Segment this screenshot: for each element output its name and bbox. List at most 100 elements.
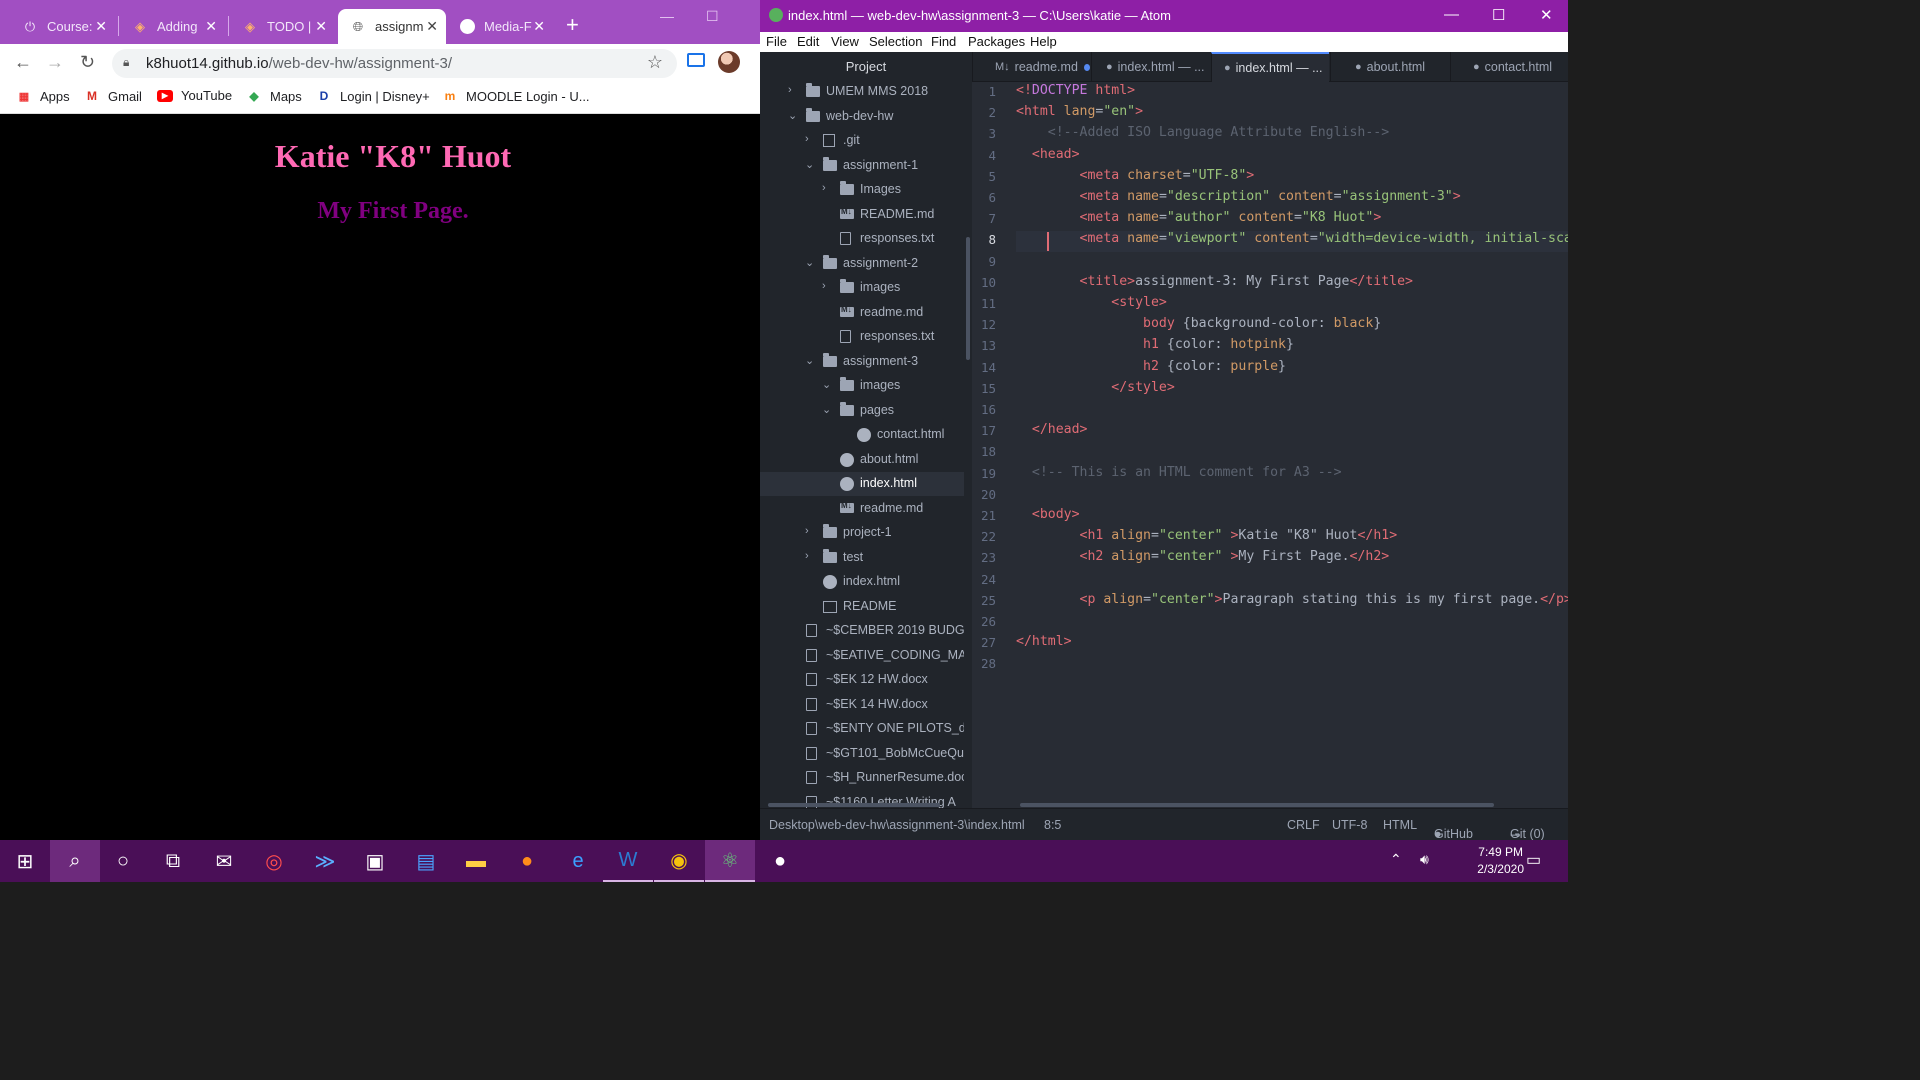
code-line[interactable]: <meta name="viewport" content="width=dev… <box>1016 231 1568 246</box>
word-icon[interactable]: W <box>603 840 653 882</box>
status-file-path[interactable]: Desktop\web-dev-hw\assignment-3\index.ht… <box>769 818 1025 832</box>
address-bar[interactable]: 🔒︎ k8huot14.github.io/web-dev-hw/assignm… <box>112 49 677 78</box>
bookmark-disney[interactable]: D Login | Disney+ <box>316 88 430 104</box>
mail-icon[interactable]: ✉ <box>199 840 249 882</box>
code-line[interactable]: <!-- This is an HTML comment for A3 --> <box>1016 465 1342 480</box>
editor-horizontal-scrollbar[interactable] <box>1020 803 1494 807</box>
code-line[interactable]: <!DOCTYPE html> <box>1016 83 1135 98</box>
editor-tab-about[interactable]: ● about.html <box>1330 52 1449 82</box>
notifications-icon[interactable]: ▭ <box>1526 850 1541 870</box>
tree-item[interactable]: responses.txt <box>760 227 964 251</box>
menu-help[interactable]: Help <box>1030 34 1057 49</box>
menu-find[interactable]: Find <box>931 34 956 49</box>
menu-view[interactable]: View <box>831 34 859 49</box>
code-line[interactable]: <!--Added ISO Language Attribute English… <box>1016 125 1389 140</box>
browser-tab-assignment[interactable]: 🌐︎ assignm ✕ <box>338 9 446 44</box>
chevron-right-icon[interactable]: › <box>805 525 809 537</box>
status-cursor-position[interactable]: 8:5 <box>1044 818 1061 832</box>
tree-item[interactable]: ~$EK 14 HW.docx <box>760 693 964 717</box>
clock[interactable]: 7:49 PM 2/3/2020 <box>1477 844 1524 878</box>
browser-tab-course[interactable]: ⏻ Course: ✕ <box>10 9 115 44</box>
code-line[interactable]: h2 {color: purple} <box>1016 359 1286 374</box>
bookmark-apps[interactable]: ▦ Apps <box>16 88 70 104</box>
close-tab-icon[interactable]: ✕ <box>533 18 545 35</box>
code-line[interactable]: <style> <box>1016 295 1167 310</box>
minimize-icon[interactable]: — <box>660 8 674 24</box>
back-icon[interactable]: ← <box>14 52 32 73</box>
edge-icon[interactable]: e <box>553 840 603 882</box>
cortana-icon[interactable]: ○ <box>98 840 148 882</box>
code-line[interactable]: </head> <box>1016 422 1088 437</box>
maximize-icon[interactable]: ☐ <box>1492 6 1505 24</box>
tree-item[interactable]: readme.md <box>760 497 964 521</box>
code-line[interactable]: <html lang="en"> <box>1016 104 1143 119</box>
chevron-down-icon[interactable]: ⌄ <box>822 403 831 416</box>
chevron-right-icon[interactable]: › <box>805 550 809 562</box>
tree-item[interactable]: README.md <box>760 203 964 227</box>
tree-item[interactable]: ~$GT101_BobMcCueQue <box>760 742 964 766</box>
menu-selection[interactable]: Selection <box>869 34 922 49</box>
bookmark-youtube[interactable]: ▶ YouTube <box>157 88 232 103</box>
status-encoding[interactable]: UTF-8 <box>1332 818 1367 832</box>
tree-item[interactable]: › UMEM MMS 2018 <box>760 80 964 104</box>
tree-item[interactable]: ⌄ assignment-1 <box>760 154 964 178</box>
tree-item[interactable]: › .git <box>760 129 964 153</box>
window-app-icon[interactable]: ▤ <box>401 840 451 882</box>
code-line[interactable]: <h2 align="center" >My First Page.</h2> <box>1016 549 1390 564</box>
volume-icon[interactable]: 🔊︎ <box>1420 851 1429 868</box>
tree-item[interactable]: ~$ENTY ONE PILOTS_disc <box>760 717 964 741</box>
firefox-icon[interactable]: ● <box>502 840 552 882</box>
tray-chevron-icon[interactable]: ⌃ <box>1390 851 1402 868</box>
windows-start-icon[interactable]: ⊞ <box>0 840 50 882</box>
task-view-icon[interactable]: ⧉ <box>148 840 198 882</box>
editor-tab-index-active[interactable]: ● index.html — ... <box>1211 52 1329 82</box>
profile-avatar[interactable] <box>718 51 740 73</box>
browser-tab-adding[interactable]: ◈ Adding ✕ <box>120 9 225 44</box>
menu-edit[interactable]: Edit <box>797 34 819 49</box>
chevron-right-icon[interactable]: › <box>805 133 809 145</box>
chevron-right-icon[interactable]: › <box>788 84 792 96</box>
code-line[interactable]: </html> <box>1016 634 1072 649</box>
chrome-icon[interactable]: ◉ <box>654 840 704 882</box>
atom-icon[interactable]: ⚛ <box>705 840 755 882</box>
tree-item[interactable]: ~$H_RunnerResume.docx <box>760 766 964 790</box>
code-line[interactable]: body {background-color: black} <box>1016 316 1381 331</box>
tree-item[interactable]: ⌄ images <box>760 374 964 398</box>
close-icon[interactable]: ✕ <box>1540 6 1553 24</box>
code-line[interactable]: <meta name="description" content="assign… <box>1016 189 1461 204</box>
close-tab-icon[interactable]: ✕ <box>205 18 217 35</box>
close-tab-icon[interactable]: ✕ <box>95 18 107 35</box>
tree-item[interactable]: ~$EK 12 HW.docx <box>760 668 964 692</box>
tree-item[interactable]: › project-1 <box>760 521 964 545</box>
bookmark-gmail[interactable]: M Gmail <box>84 88 142 104</box>
browser-tab-media[interactable]: Media-F ✕ <box>448 9 553 44</box>
code-line[interactable]: h1 {color: hotpink} <box>1016 337 1294 352</box>
reload-icon[interactable]: ↻ <box>80 52 95 73</box>
tree-item[interactable]: ⌄ web-dev-hw <box>760 105 964 129</box>
github-desktop-icon[interactable]: ● <box>755 840 805 882</box>
creative-cloud-icon[interactable]: ◎ <box>249 840 299 882</box>
tree-item[interactable]: ⌄ assignment-2 <box>760 252 964 276</box>
code-line[interactable]: <meta charset="UTF-8"> <box>1016 168 1255 183</box>
store-icon[interactable]: ▣ <box>350 840 400 882</box>
tree-item[interactable]: index.html <box>760 570 964 594</box>
tree-item[interactable]: › test <box>760 546 964 570</box>
tree-item[interactable]: readme.md <box>760 301 964 325</box>
close-tab-icon[interactable]: ✕ <box>315 18 327 35</box>
tree-horizontal-scrollbar[interactable] <box>768 803 940 807</box>
browser-tab-todo[interactable]: ◈ TODO | ✕ <box>230 9 335 44</box>
bookmark-moodle[interactable]: m MOODLE Login - U... <box>442 88 590 104</box>
powershell-icon[interactable]: ≫ <box>300 840 350 882</box>
status-grammar[interactable]: HTML <box>1383 818 1417 832</box>
editor-tab-readme[interactable]: M↓ readme.md <box>972 52 1090 82</box>
chevron-down-icon[interactable]: ⌄ <box>805 354 814 367</box>
menu-packages[interactable]: Packages <box>968 34 1025 49</box>
code-line[interactable]: <head> <box>1016 147 1080 162</box>
code-line[interactable]: <body> <box>1016 507 1080 522</box>
tree-item[interactable]: ~$EATIVE_CODING_MAR <box>760 644 964 668</box>
chevron-down-icon[interactable]: ⌄ <box>805 158 814 171</box>
tree-item[interactable]: › images <box>760 276 964 300</box>
minimize-icon[interactable]: — <box>1444 6 1459 23</box>
tree-item[interactable]: › Images <box>760 178 964 202</box>
tree-item[interactable]: ⌄ pages <box>760 399 964 423</box>
